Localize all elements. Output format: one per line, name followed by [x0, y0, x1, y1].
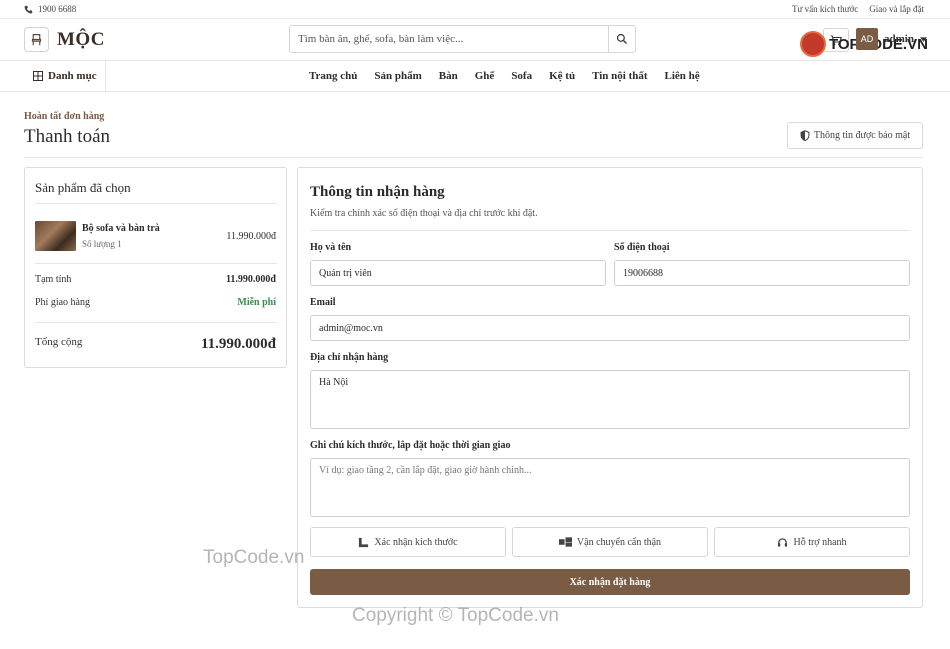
logo-text: MỘC — [57, 28, 105, 50]
phone-field[interactable] — [614, 260, 910, 286]
feature-quick-support-label: Hỗ trợ nhanh — [793, 536, 847, 548]
grid-icon — [33, 71, 43, 81]
nav-home[interactable]: Trang chủ — [309, 70, 357, 82]
nav-shelves[interactable]: Kệ tủ — [549, 70, 575, 82]
category-menu-button[interactable]: Danh mục — [24, 61, 106, 91]
note-label: Ghi chú kích thước, lắp đặt hoặc thời gi… — [310, 440, 511, 451]
shipping-value: Miễn phí — [237, 297, 276, 308]
topbar-link-size-advice[interactable]: Tư vấn kích thước — [792, 4, 858, 14]
breadcrumb: Hoàn tất đơn hàng — [24, 111, 105, 122]
copyright-watermark: Copyright © TopCode.vn — [352, 605, 559, 626]
topbar-phone[interactable]: 1900 6688 — [24, 4, 76, 14]
topbar-phone-text: 1900 6688 — [38, 4, 77, 14]
secure-info-badge: Thông tin được bảo mật — [787, 122, 923, 149]
top-bar: 1900 6688 Tư vấn kích thước Giao và lắp … — [0, 0, 950, 19]
name-field[interactable] — [310, 260, 606, 286]
title-divider — [24, 157, 923, 158]
subtotal-label: Tạm tính — [35, 274, 72, 285]
chair-icon — [24, 27, 49, 52]
feature-size-confirm[interactable]: Xác nhận kích thước — [310, 527, 506, 557]
username: admin — [884, 33, 914, 45]
user-menu[interactable]: AD admin — [856, 28, 927, 50]
headset-icon — [778, 537, 788, 547]
email-field[interactable] — [310, 315, 910, 341]
search-bar — [289, 25, 636, 53]
page-title: Thanh toán — [24, 126, 111, 147]
place-order-button[interactable]: Xác nhận đặt hàng — [310, 569, 910, 595]
divider — [35, 322, 277, 323]
feature-careful-shipping-label: Vận chuyển cẩn thận — [576, 536, 662, 548]
total-value: 11.990.000đ — [200, 336, 276, 352]
nav-news[interactable]: Tin nội thất — [592, 70, 647, 82]
divider — [35, 203, 277, 204]
nav-tables[interactable]: Bàn — [439, 70, 458, 82]
product-price: 11.990.000đ — [226, 231, 276, 242]
watermark-text: TopCode.vn — [203, 547, 305, 568]
divider — [310, 230, 910, 231]
address-label: Địa chỉ nhận hàng — [310, 352, 389, 363]
product-thumbnail — [35, 221, 76, 251]
ruler-icon — [359, 537, 369, 547]
form-heading: Thông tin nhận hàng — [310, 184, 445, 200]
nav-sofa[interactable]: Sofa — [511, 70, 532, 82]
boxes-icon — [558, 537, 572, 547]
subtotal-value: 11.990.000đ — [225, 274, 276, 285]
site-header: MỘC TOPCODE.VN AD admin — [0, 19, 950, 61]
shipping-form-card: Thông tin nhận hàng Kiểm tra chính xác s… — [297, 167, 923, 608]
total-label: Tổng cộng — [35, 336, 83, 348]
secure-info-label: Thông tin được bảo mật — [813, 130, 911, 141]
feature-quick-support[interactable]: Hỗ trợ nhanh — [714, 527, 910, 557]
product-name: Bộ sofa và bàn trà — [82, 223, 160, 234]
category-label: Danh mục — [48, 70, 97, 82]
topbar-link-delivery[interactable]: Giao và lắp đặt — [869, 4, 924, 14]
search-button[interactable] — [608, 26, 635, 52]
feature-size-confirm-label: Xác nhận kích thước — [374, 536, 458, 548]
nav-chairs[interactable]: Ghế — [475, 70, 495, 82]
search-input[interactable] — [290, 26, 608, 52]
nav-contact[interactable]: Liên hệ — [665, 70, 700, 82]
order-summary-heading: Sản phẩm đã chọn — [35, 180, 131, 195]
search-icon — [616, 33, 627, 44]
shield-icon — [800, 130, 810, 141]
address-field[interactable]: Hà Nội — [310, 370, 910, 429]
divider — [35, 263, 277, 264]
feature-careful-shipping[interactable]: Vận chuyển cẩn thận — [512, 527, 708, 557]
avatar: AD — [856, 28, 878, 50]
site-logo[interactable]: MỘC — [24, 27, 105, 52]
order-summary-card: Sản phẩm đã chọn Bộ sofa và bàn trà Số l… — [24, 167, 287, 368]
main-nav: Danh mục Trang chủ Sản phẩm Bàn Ghế Sofa… — [0, 61, 950, 92]
topcode-badge-icon — [800, 31, 826, 57]
nav-products[interactable]: Sản phẩm — [374, 70, 421, 82]
phone-label: Số điện thoại — [614, 242, 670, 253]
product-quantity: Số lượng 1 — [82, 239, 122, 249]
note-field[interactable] — [310, 458, 910, 517]
form-subtitle: Kiểm tra chính xác số điện thoại và địa … — [310, 208, 538, 219]
caret-down-icon — [919, 36, 927, 42]
name-label: Họ và tên — [310, 242, 352, 253]
phone-icon — [24, 5, 33, 13]
email-label: Email — [310, 297, 336, 308]
shipping-label: Phí giao hàng — [35, 297, 90, 308]
